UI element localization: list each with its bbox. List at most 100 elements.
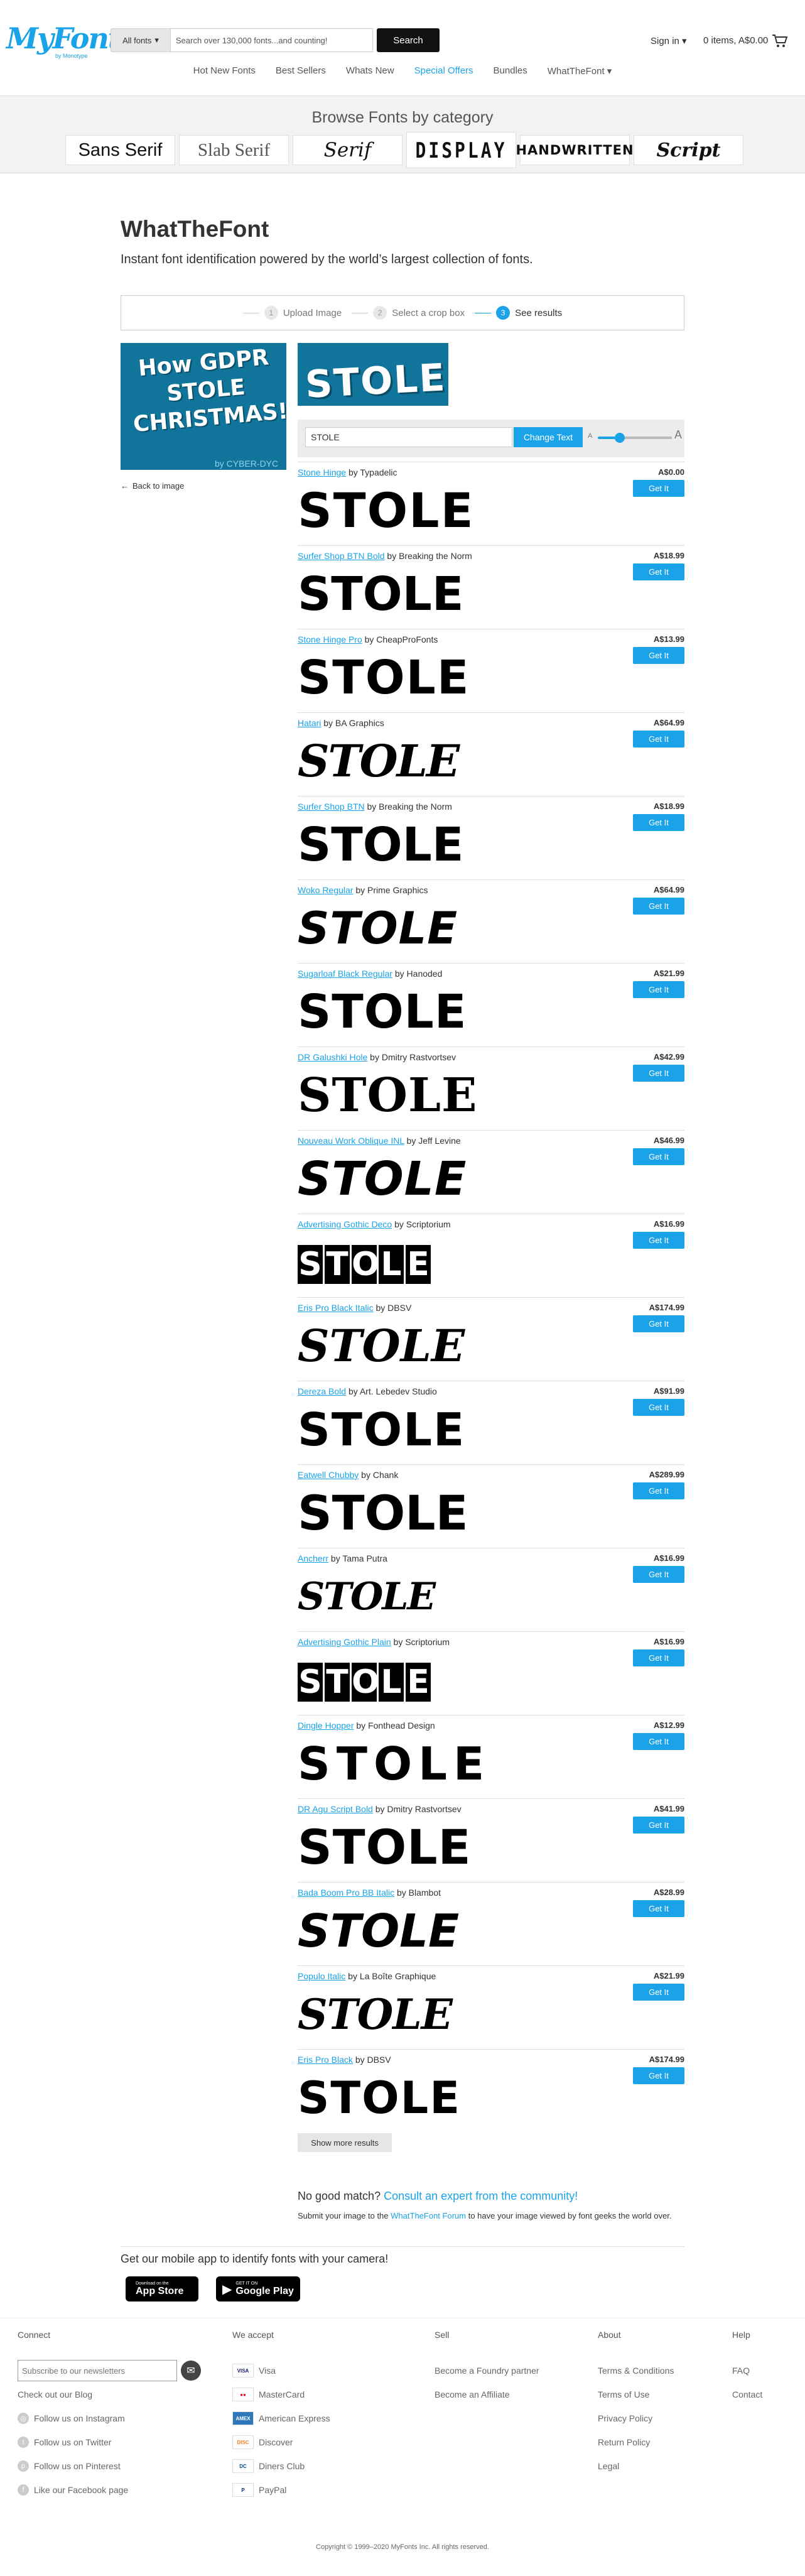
font-sample[interactable]: STOLE xyxy=(298,1237,433,1288)
font-sample[interactable]: STOLE xyxy=(298,1989,453,2040)
newsletter-input[interactable] xyxy=(18,2360,177,2381)
category-serif[interactable]: Serif xyxy=(293,135,403,165)
change-text-button[interactable]: Change Text xyxy=(514,427,583,447)
footer-faq-link[interactable]: FAQ xyxy=(732,2359,762,2383)
font-sample[interactable]: STOLE xyxy=(298,2072,461,2124)
font-sample[interactable]: STOLE xyxy=(298,736,460,787)
font-sample[interactable]: STOLE xyxy=(298,485,475,536)
get-it-button[interactable]: Get It xyxy=(633,1065,684,1082)
get-it-button[interactable]: Get It xyxy=(633,1733,684,1750)
font-sample[interactable]: STOLE xyxy=(298,1320,465,1372)
get-it-button[interactable]: Get It xyxy=(633,563,684,580)
fonts-scope-select[interactable]: All fonts ▾ xyxy=(111,28,171,52)
font-sample[interactable]: STOLE xyxy=(298,819,463,871)
font-sample[interactable]: STOLE xyxy=(298,1822,472,1873)
font-sample[interactable]: STOLE xyxy=(298,1070,477,1121)
font-name-link[interactable]: Surfer Shop BTN Bold xyxy=(298,551,385,561)
font-name-link[interactable]: Nouveau Work Oblique INL xyxy=(298,1136,404,1146)
step-results[interactable]: 3 See results xyxy=(475,306,562,320)
get-it-button[interactable]: Get It xyxy=(633,480,684,497)
footer-legal-link[interactable]: Legal xyxy=(598,2454,674,2478)
font-sample[interactable]: STOLE xyxy=(298,1905,459,1957)
myfonts-logo[interactable]: MyFonts by Monotype xyxy=(6,24,136,59)
footer-affiliate-link[interactable]: Become an Affiliate xyxy=(435,2383,539,2406)
get-it-button[interactable]: Get It xyxy=(633,731,684,747)
nav-special-offers[interactable]: Special Offers xyxy=(404,65,484,77)
get-it-button[interactable]: Get It xyxy=(633,1232,684,1249)
font-name-link[interactable]: Eris Pro Black xyxy=(298,2055,353,2065)
font-sample[interactable]: STOLE xyxy=(298,1487,468,1539)
font-name-link[interactable]: Advertising Gothic Deco xyxy=(298,1219,392,1229)
step-crop[interactable]: 2 Select a crop box xyxy=(352,306,465,320)
font-name-link[interactable]: Surfer Shop BTN xyxy=(298,802,365,812)
font-sample[interactable]: STOLE xyxy=(298,903,458,954)
category-display[interactable]: DISPLAY xyxy=(406,132,516,168)
font-sample[interactable]: STOLE xyxy=(298,986,467,1038)
nav-best-sellers[interactable]: Best Sellers xyxy=(266,65,336,77)
nav-hot-new-fonts[interactable]: Hot New Fonts xyxy=(183,65,266,77)
font-sample[interactable]: STOLE xyxy=(298,568,463,620)
step-upload[interactable]: 1 Upload Image xyxy=(242,306,342,320)
get-it-button[interactable]: Get It xyxy=(633,2067,684,2084)
get-it-button[interactable]: Get It xyxy=(633,647,684,664)
footer-foundry-link[interactable]: Become a Foundry partner xyxy=(435,2359,539,2383)
font-sample[interactable]: STOLE xyxy=(298,1404,465,1455)
category-script[interactable]: Script xyxy=(634,135,743,165)
font-sample[interactable]: STOLE xyxy=(298,1571,436,1622)
font-name-link[interactable]: Stone Hinge Pro xyxy=(298,634,362,644)
google-play-button[interactable]: ▶ GET IT ON Google Play xyxy=(216,2276,300,2302)
font-name-link[interactable]: Sugarloaf Black Regular xyxy=(298,969,392,979)
font-name-link[interactable]: Woko Regular xyxy=(298,885,353,895)
size-slider[interactable] xyxy=(598,433,672,443)
get-it-button[interactable]: Get It xyxy=(633,814,684,831)
slider-handle[interactable] xyxy=(615,433,625,443)
get-it-button[interactable]: Get It xyxy=(633,1900,684,1917)
footer-facebook-link[interactable]: f Like our Facebook page xyxy=(18,2478,201,2502)
get-it-button[interactable]: Get It xyxy=(633,1984,684,2001)
font-sample[interactable]: STOLE xyxy=(298,652,470,704)
footer-blog-link[interactable]: Check out our Blog xyxy=(18,2383,201,2406)
font-name-link[interactable]: Bada Boom Pro BB Italic xyxy=(298,1888,394,1898)
font-name-link[interactable]: Advertising Gothic Plain xyxy=(298,1637,391,1647)
font-name-link[interactable]: Dingle Hopper xyxy=(298,1720,354,1731)
font-name-link[interactable]: Stone Hinge xyxy=(298,467,346,477)
uploaded-image-thumbnail[interactable]: How GDPR STOLE CHRISTMAS! by CYBER-DYC xyxy=(121,343,286,470)
font-name-link[interactable]: Ancherr xyxy=(298,1553,328,1563)
get-it-button[interactable]: Get It xyxy=(633,1482,684,1499)
font-sample[interactable]: STOLE xyxy=(298,1655,433,1706)
font-name-link[interactable]: Eris Pro Black Italic xyxy=(298,1303,374,1313)
category-sans-serif[interactable]: Sans Serif xyxy=(65,135,175,165)
sample-text-input[interactable] xyxy=(305,427,512,447)
nav-bundles[interactable]: Bundles xyxy=(484,65,538,77)
footer-instagram-link[interactable]: ◎ Follow us on Instagram xyxy=(18,2406,201,2430)
footer-contact-link[interactable]: Contact xyxy=(732,2383,762,2406)
get-it-button[interactable]: Get It xyxy=(633,1817,684,1834)
get-it-button[interactable]: Get It xyxy=(633,981,684,998)
get-it-button[interactable]: Get It xyxy=(633,1399,684,1416)
font-name-link[interactable]: Hatari xyxy=(298,718,321,728)
footer-return-policy-link[interactable]: Return Policy xyxy=(598,2430,674,2454)
get-it-button[interactable]: Get It xyxy=(633,1315,684,1332)
font-name-link[interactable]: Populo Italic xyxy=(298,1971,345,1981)
font-sample[interactable]: STOLE xyxy=(298,1738,490,1790)
app-store-button[interactable]: Download on the App Store xyxy=(126,2276,198,2302)
footer-privacy-link[interactable]: Privacy Policy xyxy=(598,2406,674,2430)
category-handwritten[interactable]: HANDWRITTEN xyxy=(516,135,634,165)
signin-link[interactable]: Sign in ▾ xyxy=(651,35,687,46)
font-name-link[interactable]: DR Agu Script Bold xyxy=(298,1804,373,1814)
envelope-icon[interactable]: ✉ xyxy=(181,2361,201,2381)
show-more-results-button[interactable]: Show more results xyxy=(298,2133,392,2152)
footer-terms-conditions-link[interactable]: Terms & Conditions xyxy=(598,2359,674,2383)
footer-terms-of-use-link[interactable]: Terms of Use xyxy=(598,2383,674,2406)
search-input[interactable] xyxy=(171,28,373,52)
nav-whats-new[interactable]: Whats New xyxy=(336,65,404,77)
get-it-button[interactable]: Get It xyxy=(633,1649,684,1666)
get-it-button[interactable]: Get It xyxy=(633,898,684,915)
back-to-image-link[interactable]: ← Back to image xyxy=(121,481,184,491)
get-it-button[interactable]: Get It xyxy=(633,1566,684,1583)
font-sample[interactable]: STOLE xyxy=(298,1153,467,1205)
category-slab-serif[interactable]: Slab Serif xyxy=(179,135,289,165)
search-button[interactable]: Search xyxy=(377,28,440,52)
font-name-link[interactable]: DR Galushki Hole xyxy=(298,1052,367,1062)
footer-twitter-link[interactable]: t Follow us on Twitter xyxy=(18,2430,201,2454)
